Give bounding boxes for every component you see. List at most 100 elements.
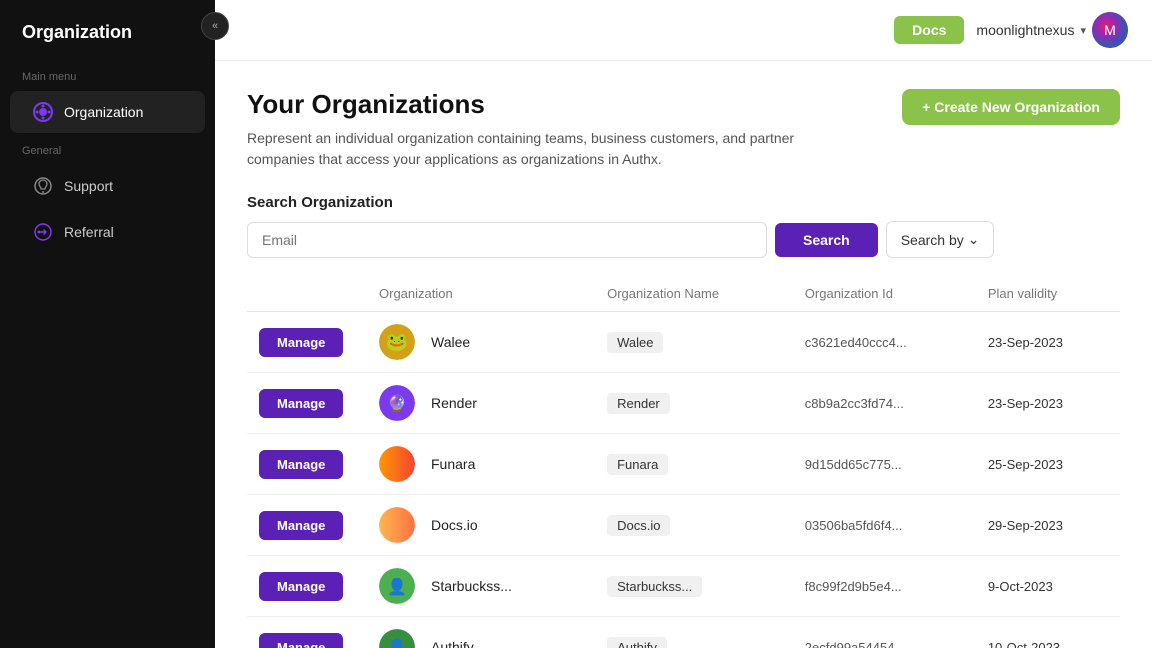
col-action: [247, 276, 367, 312]
sidebar-collapse-button[interactable]: «: [201, 12, 229, 40]
org-table: Organization Organization Name Organizat…: [247, 276, 1120, 648]
manage-button[interactable]: Manage: [259, 511, 343, 540]
org-name-cell: Starbuckss...: [595, 556, 793, 617]
col-org-name: Organization Name: [595, 276, 793, 312]
sidebar-section-general: General: [0, 135, 215, 163]
table-row: Manage 👤 Starbuckss... Starbuckss... f8c…: [247, 556, 1120, 617]
table-row: Manage Docs.io Docs.io 03506ba5fd6f4... …: [247, 495, 1120, 556]
docs-button[interactable]: Docs: [894, 16, 964, 44]
referral-icon: [32, 221, 54, 243]
org-avatar: [379, 507, 415, 543]
org-name-cell: Funara: [595, 434, 793, 495]
manage-cell: Manage: [247, 556, 367, 617]
plan-validity-cell: 23-Sep-2023: [976, 373, 1120, 434]
org-cell: Docs.io: [367, 495, 595, 556]
plan-validity-date: 23-Sep-2023: [988, 335, 1063, 350]
create-org-button[interactable]: + Create New Organization: [902, 89, 1120, 125]
org-name-cell: Docs.io: [595, 495, 793, 556]
plan-validity-cell: 10-Oct-2023: [976, 617, 1120, 648]
page-description: Represent an individual organization con…: [247, 128, 847, 170]
table-row: Manage 👤 Authify Authify 2ecfd99a54454..…: [247, 617, 1120, 648]
sidebar-title: Organization: [0, 0, 215, 61]
org-name-badge: Render: [607, 393, 670, 414]
plan-validity-cell: 25-Sep-2023: [976, 434, 1120, 495]
org-cell: 👤 Authify: [367, 617, 595, 648]
org-name: Authify: [431, 639, 474, 648]
org-name-badge: Walee: [607, 332, 663, 353]
sidebar-section-main: Main menu: [0, 61, 215, 89]
search-row: Search Search by ⌄: [247, 221, 1120, 258]
org-name-cell: Walee: [595, 312, 793, 373]
org-name-badge: Docs.io: [607, 515, 670, 536]
sidebar-item-organization[interactable]: Organization: [10, 91, 205, 133]
org-id-cell: 9d15dd65c775...: [793, 434, 976, 495]
org-id-cell: 2ecfd99a54454...: [793, 617, 976, 648]
org-id: c3621ed40ccc4...: [805, 335, 907, 350]
sidebar-item-referral-label: Referral: [64, 224, 114, 240]
org-avatar: 🐸: [379, 324, 415, 360]
manage-cell: Manage: [247, 373, 367, 434]
org-id: 03506ba5fd6f4...: [805, 518, 903, 533]
org-name-badge: Starbuckss...: [607, 576, 702, 597]
search-input[interactable]: [247, 222, 767, 258]
org-id-cell: 03506ba5fd6f4...: [793, 495, 976, 556]
manage-cell: Manage: [247, 495, 367, 556]
chevron-down-icon: ▾: [1080, 24, 1086, 37]
org-cell: 👤 Starbuckss...: [367, 556, 595, 617]
search-section: Search Organization Search Search by ⌄: [247, 194, 1120, 258]
org-name-badge: Funara: [607, 454, 668, 475]
username-label: moonlightnexus: [976, 22, 1074, 38]
org-id: f8c99f2d9b5e4...: [805, 579, 902, 594]
search-by-label: Search by: [901, 232, 964, 248]
org-id: 9d15dd65c775...: [805, 457, 902, 472]
manage-cell: Manage: [247, 312, 367, 373]
support-icon: [32, 175, 54, 197]
org-name: Starbuckss...: [431, 578, 512, 594]
org-name-badge: Authify: [607, 637, 667, 648]
org-name: Funara: [431, 456, 475, 472]
page-content: Your Organizations Represent an individu…: [215, 61, 1152, 648]
plan-validity-cell: 23-Sep-2023: [976, 312, 1120, 373]
plan-validity-date: 29-Sep-2023: [988, 518, 1063, 533]
svg-text:M: M: [1104, 22, 1116, 38]
svg-text:👤: 👤: [387, 577, 407, 596]
plan-validity-cell: 29-Sep-2023: [976, 495, 1120, 556]
manage-button[interactable]: Manage: [259, 328, 343, 357]
plan-validity-cell: 9-Oct-2023: [976, 556, 1120, 617]
topbar: Docs moonlightnexus ▾ M: [215, 0, 1152, 61]
manage-button[interactable]: Manage: [259, 633, 343, 648]
manage-button[interactable]: Manage: [259, 389, 343, 418]
manage-button[interactable]: Manage: [259, 572, 343, 601]
svg-text:🐸: 🐸: [386, 332, 408, 352]
avatar: M: [1092, 12, 1128, 48]
manage-cell: Manage: [247, 434, 367, 495]
org-id: c8b9a2cc3fd74...: [805, 396, 904, 411]
plan-validity-date: 10-Oct-2023: [988, 640, 1060, 648]
sidebar-item-org-label: Organization: [64, 104, 143, 120]
org-avatar: 👤: [379, 568, 415, 604]
search-by-button[interactable]: Search by ⌄: [886, 221, 995, 258]
org-name-cell: Render: [595, 373, 793, 434]
org-avatar: [379, 446, 415, 482]
sidebar-item-referral[interactable]: Referral: [10, 211, 205, 253]
user-dropdown[interactable]: moonlightnexus ▾ M: [976, 12, 1128, 48]
table-row: Manage Funara Funara 9d15dd65c775... 25-…: [247, 434, 1120, 495]
manage-button[interactable]: Manage: [259, 450, 343, 479]
org-name: Walee: [431, 334, 470, 350]
sidebar: « Organization Main menu Organization Ge…: [0, 0, 215, 648]
org-table-wrapper: Organization Organization Name Organizat…: [247, 276, 1120, 648]
page-header-row: Your Organizations Represent an individu…: [247, 89, 1120, 170]
page-title: Your Organizations: [247, 89, 847, 120]
org-id: 2ecfd99a54454...: [805, 640, 905, 648]
table-row: Manage 🔮 Render Render c8b9a2cc3fd74... …: [247, 373, 1120, 434]
manage-cell: Manage: [247, 617, 367, 648]
plan-validity-date: 9-Oct-2023: [988, 579, 1053, 594]
org-id-cell: c3621ed40ccc4...: [793, 312, 976, 373]
org-cell: 🐸 Walee: [367, 312, 595, 373]
search-button[interactable]: Search: [775, 223, 878, 257]
sidebar-item-support[interactable]: Support: [10, 165, 205, 207]
plan-validity-date: 23-Sep-2023: [988, 396, 1063, 411]
col-org-id: Organization Id: [793, 276, 976, 312]
search-section-label: Search Organization: [247, 194, 1120, 211]
org-icon: [32, 101, 54, 123]
